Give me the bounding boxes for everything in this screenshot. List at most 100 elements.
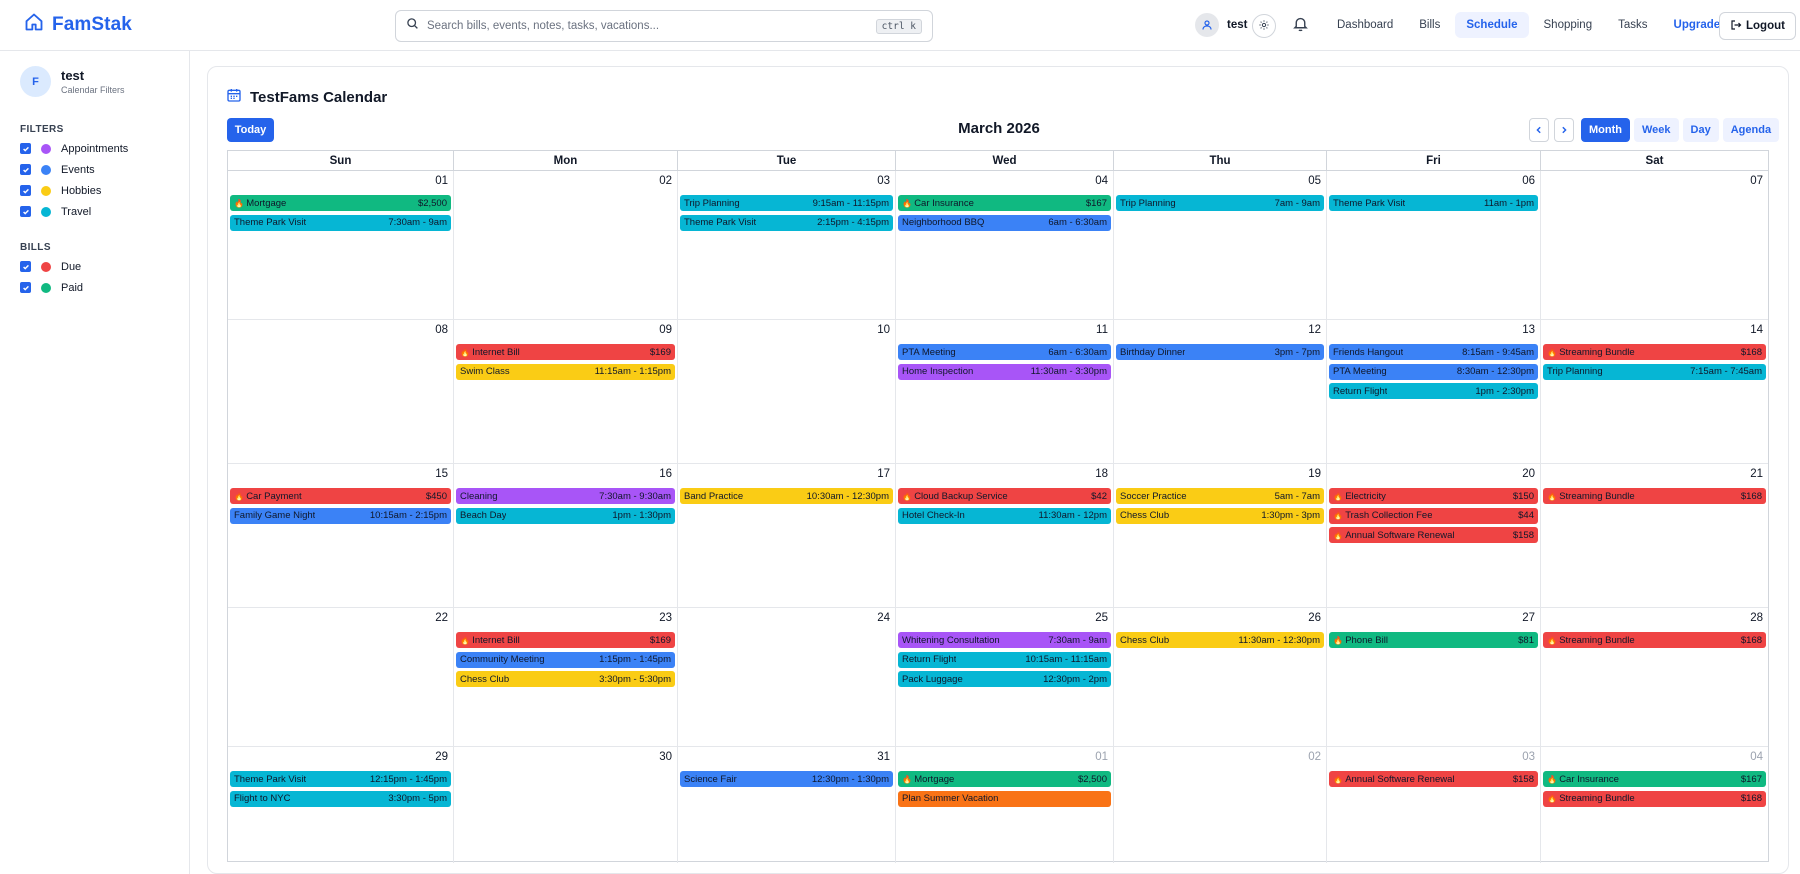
day-cell[interactable]: 31 Science Fair 12:30pm - 1:30pm — [678, 747, 896, 863]
checkbox-checked[interactable] — [20, 282, 31, 293]
calendar-event[interactable]: Theme Park Visit 12:15pm - 1:45pm — [230, 771, 451, 787]
prev-month-button[interactable] — [1529, 118, 1549, 142]
calendar-event[interactable]: Chess Club 11:30am - 12:30pm — [1116, 632, 1324, 648]
checkbox-checked[interactable] — [20, 261, 31, 272]
calendar-event[interactable]: Science Fair 12:30pm - 1:30pm — [680, 771, 893, 787]
checkbox-checked[interactable] — [20, 143, 31, 154]
day-cell[interactable]: 25 Whitening Consultation 7:30am - 9am Retu… — [896, 608, 1114, 747]
day-cell[interactable]: 08 — [228, 320, 454, 464]
day-cell[interactable]: 17 Band Practice 10:30am - 12:30pm — [678, 464, 896, 608]
day-cell[interactable]: 13 Friends Hangout 8:15am - 9:45am PTA Meet… — [1327, 320, 1541, 464]
calendar-event[interactable]: Flight to NYC 3:30pm - 5pm — [230, 790, 451, 807]
bill-event[interactable]: 🔥 Mortgage $2,500 — [230, 195, 451, 211]
day-number[interactable]: 04 — [1750, 751, 1763, 763]
day-cell[interactable]: 23 🔥 Internet Bill $169 Community Meeting 1:… — [454, 608, 678, 747]
day-number[interactable]: 13 — [1522, 324, 1535, 336]
nav-schedule[interactable]: Schedule — [1455, 12, 1529, 38]
calendar-event[interactable]: Trip Planning 7:15am - 7:45am — [1543, 363, 1766, 380]
bill-event[interactable]: 🔥 Car Insurance $167 — [898, 195, 1111, 211]
day-cell[interactable]: 03 Trip Planning 9:15am - 11:15pm Theme Par… — [678, 171, 896, 320]
next-month-button[interactable] — [1554, 118, 1574, 142]
day-cell[interactable]: 10 — [678, 320, 896, 464]
day-cell[interactable]: 06 Theme Park Visit 11am - 1pm — [1327, 171, 1541, 320]
day-cell[interactable]: 16 Cleaning 7:30am - 9:30am Beach Day 1pm - … — [454, 464, 678, 608]
filter-hobbies[interactable]: Hobbies — [20, 180, 128, 201]
day-cell[interactable]: 26 Chess Club 11:30am - 12:30pm — [1114, 608, 1327, 747]
nav-bills[interactable]: Bills — [1408, 12, 1451, 38]
bill-event[interactable]: 🔥 Streaming Bundle $168 — [1543, 344, 1766, 360]
day-number[interactable]: 25 — [1095, 612, 1108, 624]
logout-button[interactable]: Logout — [1719, 12, 1796, 40]
day-number[interactable]: 17 — [877, 468, 890, 480]
calendar-event[interactable]: Hotel Check-In 11:30am - 12pm — [898, 507, 1111, 524]
bill-event[interactable]: 🔥 Internet Bill $169 — [456, 632, 675, 648]
calendar-event[interactable]: Theme Park Visit 7:30am - 9am — [230, 214, 451, 231]
view-month-button[interactable]: Month — [1581, 118, 1630, 142]
view-agenda-button[interactable]: Agenda — [1722, 118, 1780, 142]
filter-events[interactable]: Events — [20, 159, 128, 180]
day-cell[interactable]: 04 🔥 Car Insurance $167 Neighborhood BBQ 6am… — [896, 171, 1114, 320]
day-number[interactable]: 01 — [1095, 751, 1108, 763]
notifications-button[interactable] — [1292, 15, 1309, 37]
calendar-event[interactable]: Return Flight 1pm - 2:30pm — [1329, 383, 1538, 399]
day-cell[interactable]: 07 — [1541, 171, 1768, 320]
calendar-event[interactable]: Theme Park Visit 2:15pm - 4:15pm — [680, 214, 893, 231]
bill-event[interactable]: 🔥 Streaming Bundle $168 — [1543, 632, 1766, 648]
bill-event[interactable]: 🔥 Internet Bill $169 — [456, 344, 675, 360]
day-number[interactable]: 29 — [435, 751, 448, 763]
filter-paid[interactable]: Paid — [20, 277, 83, 298]
view-week-button[interactable]: Week — [1633, 118, 1679, 142]
bill-event[interactable]: 🔥 Car Insurance $167 — [1543, 771, 1766, 787]
day-cell[interactable]: 15 🔥 Car Payment $450 Family Game Night 10:1… — [228, 464, 454, 608]
day-cell[interactable]: 02 — [454, 171, 678, 320]
bill-event[interactable]: 🔥 Streaming Bundle $168 — [1543, 790, 1766, 807]
day-number[interactable]: 19 — [1308, 468, 1321, 480]
calendar-event[interactable]: Band Practice 10:30am - 12:30pm — [680, 488, 893, 504]
calendar-event[interactable]: Trip Planning 9:15am - 11:15pm — [680, 195, 893, 211]
checkbox-checked[interactable] — [20, 185, 31, 196]
day-number[interactable]: 15 — [435, 468, 448, 480]
calendar-event[interactable]: Return Flight 10:15am - 11:15am — [898, 651, 1111, 668]
day-number[interactable]: 14 — [1750, 324, 1763, 336]
day-cell[interactable]: 18 🔥 Cloud Backup Service $42 Hotel Check-I… — [896, 464, 1114, 608]
brand[interactable]: FamStak — [24, 12, 132, 37]
day-cell[interactable]: 30 — [454, 747, 678, 863]
view-day-button[interactable]: Day — [1682, 118, 1719, 142]
day-number[interactable]: 30 — [659, 751, 672, 763]
bill-event[interactable]: 🔥 Annual Software Renewal $158 — [1329, 527, 1538, 543]
nav-tasks[interactable]: Tasks — [1607, 12, 1658, 38]
day-cell[interactable]: 20 🔥 Electricity $150 🔥 Trash Collection Fe… — [1327, 464, 1541, 608]
day-number[interactable]: 24 — [877, 612, 890, 624]
day-cell[interactable]: 19 Soccer Practice 5am - 7am Chess Club 1:30… — [1114, 464, 1327, 608]
bill-event[interactable]: 🔥 Trash Collection Fee $44 — [1329, 507, 1538, 524]
bill-event[interactable]: 🔥 Annual Software Renewal $158 — [1329, 771, 1538, 787]
day-cell[interactable]: 05 Trip Planning 7am - 9am — [1114, 171, 1327, 320]
day-cell[interactable]: 12 Birthday Dinner 3pm - 7pm — [1114, 320, 1327, 464]
theme-toggle-button[interactable] — [1252, 14, 1276, 38]
day-number[interactable]: 31 — [877, 751, 890, 763]
calendar-event[interactable]: Friends Hangout 8:15am - 9:45am — [1329, 344, 1538, 360]
day-cell[interactable]: 29 Theme Park Visit 12:15pm - 1:45pm Flight… — [228, 747, 454, 863]
calendar-event[interactable]: Soccer Practice 5am - 7am — [1116, 488, 1324, 504]
calendar-event[interactable]: Whitening Consultation 7:30am - 9am — [898, 632, 1111, 648]
calendar-event[interactable]: Swim Class 11:15am - 1:15pm — [456, 363, 675, 380]
nav-shopping[interactable]: Shopping — [1533, 12, 1604, 38]
calendar-event[interactable]: Chess Club 3:30pm - 5:30pm — [456, 671, 675, 687]
bill-event[interactable]: 🔥 Mortgage $2,500 — [898, 771, 1111, 787]
day-number[interactable]: 08 — [435, 324, 448, 336]
calendar-event[interactable]: Pack Luggage 12:30pm - 2pm — [898, 671, 1111, 687]
day-number[interactable]: 11 — [1096, 324, 1108, 336]
day-number[interactable]: 06 — [1522, 175, 1535, 187]
day-number[interactable]: 01 — [435, 175, 448, 187]
calendar-event[interactable]: Neighborhood BBQ 6am - 6:30am — [898, 214, 1111, 231]
nav-dashboard[interactable]: Dashboard — [1326, 12, 1404, 38]
day-cell[interactable]: 24 — [678, 608, 896, 747]
calendar-event[interactable]: Trip Planning 7am - 9am — [1116, 195, 1324, 211]
calendar-event[interactable]: PTA Meeting 6am - 6:30am — [898, 344, 1111, 360]
bill-event[interactable]: 🔥 Electricity $150 — [1329, 488, 1538, 504]
day-number[interactable]: 02 — [659, 175, 672, 187]
day-number[interactable]: 10 — [877, 324, 890, 336]
day-number[interactable]: 16 — [659, 468, 672, 480]
checkbox-checked[interactable] — [20, 206, 31, 217]
day-number[interactable]: 02 — [1308, 751, 1321, 763]
